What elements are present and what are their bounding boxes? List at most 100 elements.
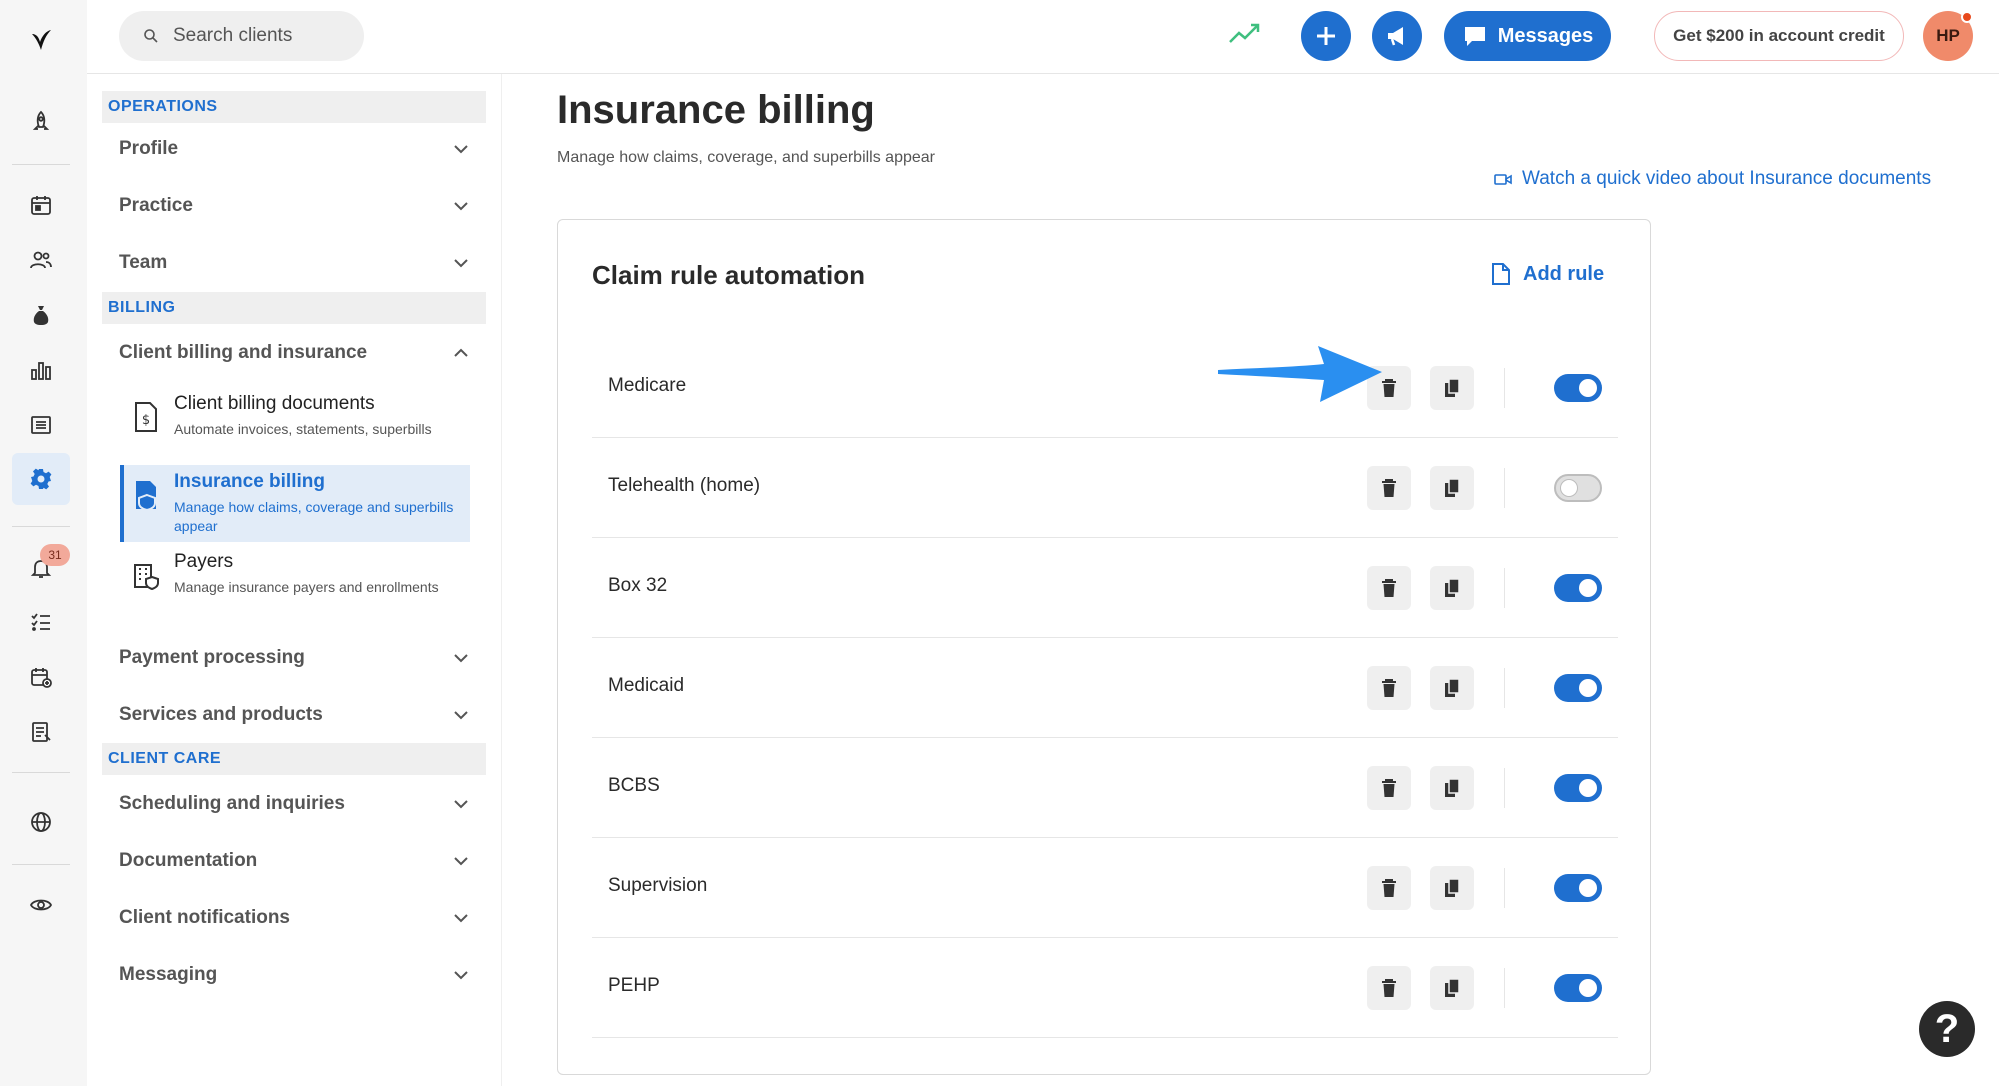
chevron-down-icon [454, 800, 468, 809]
nav-item-label: Profile [119, 138, 179, 159]
insurance-document-icon [136, 481, 156, 511]
delete-rule-button[interactable] [1367, 866, 1411, 910]
messages-label: Messages [1497, 24, 1594, 47]
toggle-knob [1579, 779, 1597, 797]
nav-item-documentation[interactable]: Documentation [119, 841, 471, 881]
add-rule-button[interactable]: Add rule [1491, 262, 1604, 286]
messages-button[interactable]: Messages [1444, 11, 1611, 61]
duplicate-rule-button[interactable] [1430, 666, 1474, 710]
search-input[interactable] [173, 25, 343, 47]
toggle-knob [1579, 679, 1597, 697]
rule-enabled-toggle[interactable] [1554, 374, 1602, 402]
rule-enabled-toggle[interactable] [1554, 574, 1602, 602]
sub-item-title: Payers [174, 551, 234, 572]
delete-rule-button[interactable] [1367, 766, 1411, 810]
nav-item-payment-processing[interactable]: Payment processing [119, 638, 471, 678]
chevron-down-icon [454, 202, 468, 211]
duplicate-rule-button[interactable] [1430, 866, 1474, 910]
rule-row: Telehealth (home) [592, 438, 1618, 538]
chevron-down-icon [454, 654, 468, 663]
sub-item-payers[interactable]: Payers Manage insurance payers and enrol… [120, 545, 470, 603]
analytics-icon[interactable] [23, 352, 59, 388]
chevron-down-icon [454, 259, 468, 268]
checklist-icon[interactable] [23, 604, 59, 640]
help-button[interactable]: ? [1919, 1001, 1975, 1057]
rule-enabled-toggle[interactable] [1554, 674, 1602, 702]
nav-item-scheduling[interactable]: Scheduling and inquiries [119, 784, 471, 824]
delete-rule-button[interactable] [1367, 566, 1411, 610]
trash-icon [1382, 979, 1396, 997]
settings-nav: OPERATIONS Profile Practice Team BILLING… [87, 74, 502, 1086]
rule-row: Box 32 [592, 538, 1618, 638]
rule-row: Medicaid [592, 638, 1618, 738]
copy-icon [1445, 778, 1460, 797]
duplicate-rule-button[interactable] [1430, 766, 1474, 810]
nav-item-client-billing[interactable]: Client billing and insurance [119, 333, 471, 373]
trend-icon[interactable] [1227, 20, 1261, 48]
nav-item-services-products[interactable]: Services and products [119, 695, 471, 735]
trash-icon [1382, 579, 1396, 597]
nav-item-client-notifications[interactable]: Client notifications [119, 898, 471, 938]
rule-row: BCBS [592, 738, 1618, 838]
add-rule-label: Add rule [1523, 262, 1605, 285]
toggle-knob [1579, 979, 1597, 997]
notes-icon[interactable] [23, 714, 59, 750]
divider [1504, 968, 1505, 1008]
copy-icon [1445, 678, 1460, 697]
rule-name: Medicaid [608, 675, 685, 696]
calendar-plus-icon[interactable] [23, 659, 59, 695]
rule-name: BCBS [608, 775, 660, 796]
sub-item-insurance-billing[interactable]: Insurance billing Manage how claims, cov… [120, 465, 470, 542]
page-subtitle: Manage how claims, coverage, and superbi… [557, 149, 935, 166]
watch-video-link[interactable]: Watch a quick video about Insurance docu… [1494, 168, 1931, 190]
calendar-icon[interactable] [23, 187, 59, 223]
rule-enabled-toggle[interactable] [1554, 874, 1602, 902]
sub-item-desc: Manage insurance payers and enrollments [174, 579, 439, 595]
delete-rule-button[interactable] [1367, 466, 1411, 510]
nav-item-label: Messaging [119, 964, 218, 985]
rule-row: Medicare [592, 338, 1618, 438]
duplicate-rule-button[interactable] [1430, 466, 1474, 510]
plus-icon [1317, 27, 1335, 45]
nav-section-operations: OPERATIONS [102, 91, 486, 123]
search-box[interactable] [119, 11, 364, 61]
nav-item-messaging[interactable]: Messaging [119, 955, 471, 995]
page-title: Insurance billing [557, 88, 875, 132]
add-button[interactable] [1301, 11, 1351, 61]
nav-item-practice[interactable]: Practice [119, 186, 471, 226]
sub-item-client-billing-documents[interactable]: $ Client billing documents Automate invo… [120, 387, 470, 445]
rocket-icon[interactable] [23, 104, 59, 140]
top-header: Messages Get $200 in account credit HP [87, 0, 1999, 74]
settings-gear-icon[interactable] [12, 453, 70, 505]
rule-enabled-toggle[interactable] [1554, 974, 1602, 1002]
delete-rule-button[interactable] [1367, 666, 1411, 710]
divider [1504, 368, 1505, 408]
delete-rule-button[interactable] [1367, 966, 1411, 1010]
billing-bag-icon[interactable] [23, 297, 59, 333]
nav-item-team[interactable]: Team [119, 243, 471, 283]
account-credit-button[interactable]: Get $200 in account credit [1654, 11, 1904, 61]
eye-icon[interactable] [23, 887, 59, 923]
document-icon [1492, 263, 1510, 285]
clients-icon[interactable] [23, 242, 59, 278]
duplicate-rule-button[interactable] [1430, 366, 1474, 410]
list-icon[interactable] [23, 407, 59, 443]
megaphone-icon [1388, 27, 1403, 46]
trash-icon [1382, 879, 1396, 897]
rule-name: Medicare [608, 375, 687, 396]
globe-icon[interactable] [23, 804, 59, 840]
rule-enabled-toggle[interactable] [1554, 474, 1602, 502]
duplicate-rule-button[interactable] [1430, 966, 1474, 1010]
sub-item-desc: Manage how claims, coverage and superbil… [174, 499, 454, 534]
claim-rule-card: Claim rule automation Add rule Medicare T… [557, 219, 1651, 1075]
annotation-arrow [1218, 346, 1382, 402]
sub-item-title: Client billing documents [174, 393, 375, 414]
rule-enabled-toggle[interactable] [1554, 774, 1602, 802]
announcements-button[interactable] [1372, 11, 1422, 61]
nav-item-label: Scheduling and inquiries [119, 793, 345, 814]
nav-section-billing: BILLING [102, 292, 486, 324]
logo-icon[interactable] [23, 22, 59, 58]
duplicate-rule-button[interactable] [1430, 566, 1474, 610]
toggle-knob [1579, 579, 1597, 597]
nav-item-profile[interactable]: Profile [119, 129, 471, 169]
